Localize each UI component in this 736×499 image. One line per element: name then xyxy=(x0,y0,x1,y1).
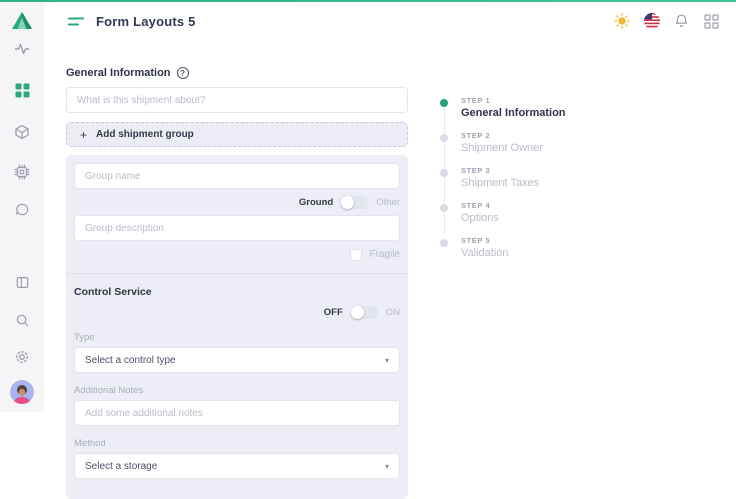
chat-bubble-icon[interactable] xyxy=(13,200,31,218)
step-label: STEP 2 xyxy=(461,131,543,140)
add-group-label: Add shipment group xyxy=(96,129,194,140)
notes-label: Additional Notes xyxy=(74,385,400,396)
add-shipment-group-button[interactable]: + Add shipment group xyxy=(66,122,408,147)
layout-panel-icon[interactable] xyxy=(13,273,31,291)
storage-method-value: Select a storage xyxy=(85,461,157,472)
dashboard-grid-icon[interactable] xyxy=(13,81,31,99)
plus-icon: + xyxy=(80,129,87,141)
steps-wizard: STEP 1 General Information STEP 2 Shipme… xyxy=(440,96,566,499)
apps-grid-icon[interactable] xyxy=(703,13,720,30)
chevron-down-icon: ▾ xyxy=(385,462,389,471)
header: Form Layouts 5 xyxy=(44,2,736,40)
off-on-toggle[interactable] xyxy=(351,306,378,319)
step-label: STEP 1 xyxy=(461,96,566,105)
step-title: Shipment Taxes xyxy=(461,177,539,189)
settings-gear-icon[interactable] xyxy=(13,348,31,366)
step-title: General Information xyxy=(461,107,566,119)
step-item[interactable]: STEP 4 Options xyxy=(440,201,566,224)
theme-sun-icon[interactable] xyxy=(613,13,630,30)
sidebar xyxy=(0,2,44,412)
package-cube-icon[interactable] xyxy=(13,123,31,141)
form-column: General Information ? + Add shipment gro… xyxy=(66,40,408,499)
step-dot xyxy=(440,134,448,142)
other-label: Other xyxy=(376,197,400,208)
type-label: Type xyxy=(74,332,400,343)
additional-notes-input[interactable] xyxy=(74,400,400,426)
storage-method-select[interactable]: Select a storage ▾ xyxy=(74,453,400,479)
step-dot xyxy=(440,204,448,212)
menu-toggle-icon[interactable] xyxy=(68,15,84,27)
top-accent-line xyxy=(0,0,736,2)
cpu-chip-icon[interactable] xyxy=(13,163,31,181)
step-item[interactable]: STEP 1 General Information xyxy=(440,96,566,119)
shipment-group-card: Ground Other Fragile Control Service OFF… xyxy=(66,155,408,499)
page-title: Form Layouts 5 xyxy=(96,14,196,29)
step-label: STEP 3 xyxy=(461,166,539,175)
step-item[interactable]: STEP 3 Shipment Taxes xyxy=(440,166,566,189)
user-avatar[interactable] xyxy=(10,380,34,404)
ground-other-toggle[interactable] xyxy=(341,196,368,209)
language-flag-icon[interactable] xyxy=(643,13,660,30)
step-item[interactable]: STEP 5 Validation xyxy=(440,236,566,259)
fragile-checkbox[interactable] xyxy=(350,249,362,261)
step-dot xyxy=(440,239,448,247)
chevron-down-icon: ▾ xyxy=(385,356,389,365)
step-item[interactable]: STEP 2 Shipment Owner xyxy=(440,131,566,154)
on-label: ON xyxy=(386,307,400,318)
logo-triangle-icon[interactable] xyxy=(9,8,35,34)
main-area: Form Layouts 5 xyxy=(44,2,736,412)
method-label: Method xyxy=(74,438,400,449)
search-icon[interactable] xyxy=(13,311,31,329)
shipment-about-input[interactable] xyxy=(66,87,408,113)
notifications-bell-icon[interactable] xyxy=(673,13,690,30)
help-icon[interactable]: ? xyxy=(177,67,189,79)
group-description-input[interactable] xyxy=(74,215,400,241)
step-label: STEP 4 xyxy=(461,201,499,210)
step-title: Shipment Owner xyxy=(461,142,543,154)
control-type-value: Select a control type xyxy=(85,355,176,366)
step-dot xyxy=(440,169,448,177)
step-dot xyxy=(440,99,448,107)
step-title: Validation xyxy=(461,247,509,259)
fragile-label: Fragile xyxy=(369,249,400,260)
control-type-select[interactable]: Select a control type ▾ xyxy=(74,347,400,373)
group-name-input[interactable] xyxy=(74,163,400,189)
ground-label: Ground xyxy=(299,197,333,208)
off-label: OFF xyxy=(324,307,343,318)
step-label: STEP 5 xyxy=(461,236,509,245)
section-title: General Information xyxy=(66,67,171,79)
card-divider xyxy=(66,273,408,274)
steps-list: STEP 1 General Information STEP 2 Shipme… xyxy=(440,96,566,259)
header-actions xyxy=(613,13,720,30)
content: General Information ? + Add shipment gro… xyxy=(44,40,736,499)
activity-icon[interactable] xyxy=(13,40,31,58)
step-title: Options xyxy=(461,212,499,224)
control-service-title: Control Service xyxy=(74,286,400,298)
